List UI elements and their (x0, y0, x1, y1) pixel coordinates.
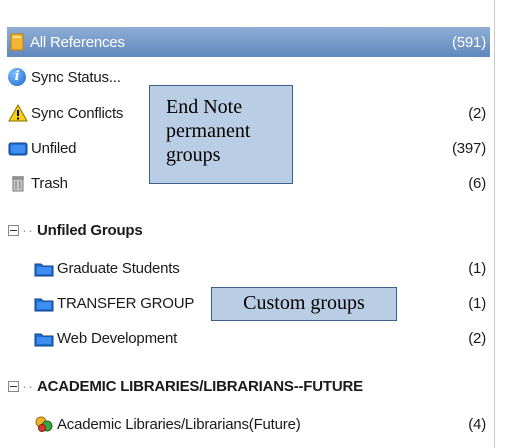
group-item-label: Academic Libraries/Librarians(Future) (57, 415, 301, 433)
sync-status-label: Sync Status... (31, 68, 121, 86)
callout-line: permanent (166, 120, 251, 142)
smart-group-icon (34, 414, 54, 434)
group-header-label: Unfiled Groups (37, 221, 143, 239)
collapse-toggle[interactable] (8, 224, 19, 236)
all-references-label: All References (30, 33, 125, 51)
collapse-toggle[interactable] (8, 380, 19, 392)
group-header-unfiled-groups[interactable]: ·· Unfiled Groups (8, 215, 490, 245)
group-item-label: Graduate Students (57, 259, 180, 277)
folder-icon (34, 258, 54, 278)
all-references-item[interactable]: All References (591) (7, 27, 490, 57)
trash-count: (6) (468, 174, 486, 192)
group-item-count: (4) (468, 415, 486, 433)
group-header-academic-libraries[interactable]: ·· ACADEMIC LIBRARIES/LIBRARIANS--FUTURE (8, 371, 490, 401)
group-item-count: (1) (468, 259, 486, 277)
group-item-label: Web Development (57, 329, 178, 347)
group-header-label: ACADEMIC LIBRARIES/LIBRARIANS--FUTURE (37, 377, 363, 395)
folder-icon (8, 138, 28, 158)
tree-connector: ·· (22, 377, 34, 395)
groups-panel: All References (591) i Sync Status... Sy… (0, 0, 495, 448)
callout-custom-groups: Custom groups (211, 287, 397, 321)
scrollbar-track[interactable] (495, 0, 512, 448)
folder-icon (34, 293, 54, 313)
folder-icon (34, 328, 54, 348)
callout-line: groups (166, 144, 221, 166)
callout-line: End Note (166, 96, 243, 118)
tree-connector: ·· (22, 221, 34, 239)
all-references-count: (591) (451, 33, 486, 51)
trash-icon (8, 173, 28, 193)
group-item-count: (2) (468, 329, 486, 347)
warning-icon (8, 103, 28, 123)
group-item-academic-libraries[interactable]: Academic Libraries/Librarians(Future) (4… (8, 409, 490, 439)
unfiled-count: (397) (451, 139, 486, 157)
notebook-icon (7, 32, 27, 52)
group-item-web-development[interactable]: Web Development (2) (8, 323, 490, 353)
sync-conflicts-count: (2) (468, 104, 486, 122)
group-item-graduate-students[interactable]: Graduate Students (1) (8, 253, 490, 283)
group-item-count: (1) (468, 294, 486, 312)
callout-permanent-groups: End Note permanent groups (149, 85, 293, 184)
info-icon: i (8, 67, 28, 87)
